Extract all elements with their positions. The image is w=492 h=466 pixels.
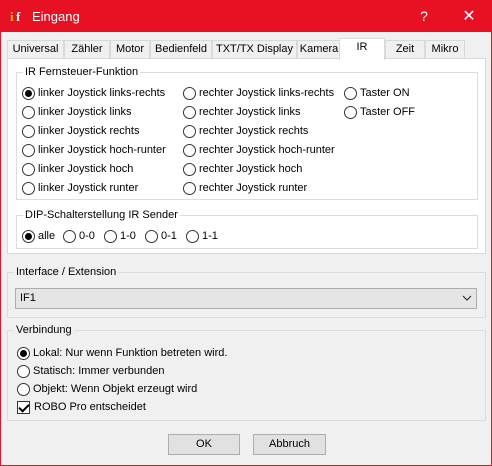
- tab-zeit[interactable]: Zeit: [385, 40, 425, 59]
- radio-circle-icon: [22, 230, 35, 243]
- radio-circle-icon: [183, 125, 196, 138]
- dialog-window: if Eingang ? ✕ Universal Zähler Motor Be…: [0, 0, 492, 466]
- radio-circle-icon: [344, 106, 357, 119]
- radio-circle-icon: [22, 182, 35, 195]
- interface-group-label: Interface / Extension: [14, 265, 119, 279]
- tab-bar: Universal Zähler Motor Bedienfeld TXT/TX…: [7, 38, 485, 60]
- radio-circle-icon: [183, 182, 196, 195]
- tab-txt-display[interactable]: TXT/TX Display: [212, 40, 297, 59]
- tab-ir[interactable]: IR: [339, 38, 385, 60]
- dip-switch-group: DIP-Schalterstellung IR Sender alle 0-0 …: [16, 208, 478, 249]
- interface-select[interactable]: IF1: [15, 288, 477, 309]
- ir-tab-panel: IR Fernsteuer-Funktion linker Joystick l…: [7, 58, 486, 254]
- radio-circle-icon: [22, 163, 35, 176]
- radio-circle-icon: [22, 125, 35, 138]
- close-button[interactable]: ✕: [446, 1, 492, 32]
- tab-universal[interactable]: Universal: [7, 40, 64, 59]
- radio-circle-icon: [183, 144, 196, 157]
- radio-circle-icon: [183, 163, 196, 176]
- radio-circle-icon: [22, 106, 35, 119]
- ok-button[interactable]: OK: [168, 434, 240, 455]
- radio-circle-icon: [145, 230, 158, 243]
- connection-group: Verbindung Lokal: Nur wenn Funktion betr…: [7, 323, 486, 421]
- connection-group-label: Verbindung: [14, 323, 74, 337]
- radio-circle-icon: [17, 383, 30, 396]
- radio-circle-icon: [17, 365, 30, 378]
- interface-select-value: IF1: [20, 292, 36, 304]
- checkbox-checked-icon: [17, 401, 30, 414]
- radio-circle-icon: [186, 230, 199, 243]
- radio-circle-icon: [344, 87, 357, 100]
- tab-mikro[interactable]: Mikro: [425, 40, 465, 59]
- ir-function-group: IR Fernsteuer-Funktion linker Joystick l…: [16, 65, 478, 200]
- chevron-down-icon: [462, 295, 472, 301]
- window-title: Eingang: [32, 9, 80, 24]
- radio-circle-icon: [183, 106, 196, 119]
- radio-circle-icon: [63, 230, 76, 243]
- radio-circle-icon: [22, 87, 35, 100]
- tab-motor[interactable]: Motor: [110, 40, 150, 59]
- dip-switch-group-label: DIP-Schalterstellung IR Sender: [23, 208, 180, 222]
- radio-circle-icon: [22, 144, 35, 157]
- tab-bedienfeld[interactable]: Bedienfeld: [150, 40, 212, 59]
- radio-circle-icon: [104, 230, 117, 243]
- help-button[interactable]: ?: [401, 1, 447, 32]
- tab-kamera[interactable]: Kamera: [297, 40, 341, 59]
- ir-function-group-label: IR Fernsteuer-Funktion: [23, 65, 141, 79]
- radio-circle-icon: [17, 347, 30, 360]
- radio-circle-icon: [183, 87, 196, 100]
- tab-zaehler[interactable]: Zähler: [64, 40, 110, 59]
- title-bar[interactable]: if Eingang ? ✕: [1, 1, 491, 32]
- cancel-button[interactable]: Abbruch: [253, 434, 326, 455]
- app-logo-icon: if: [10, 9, 21, 24]
